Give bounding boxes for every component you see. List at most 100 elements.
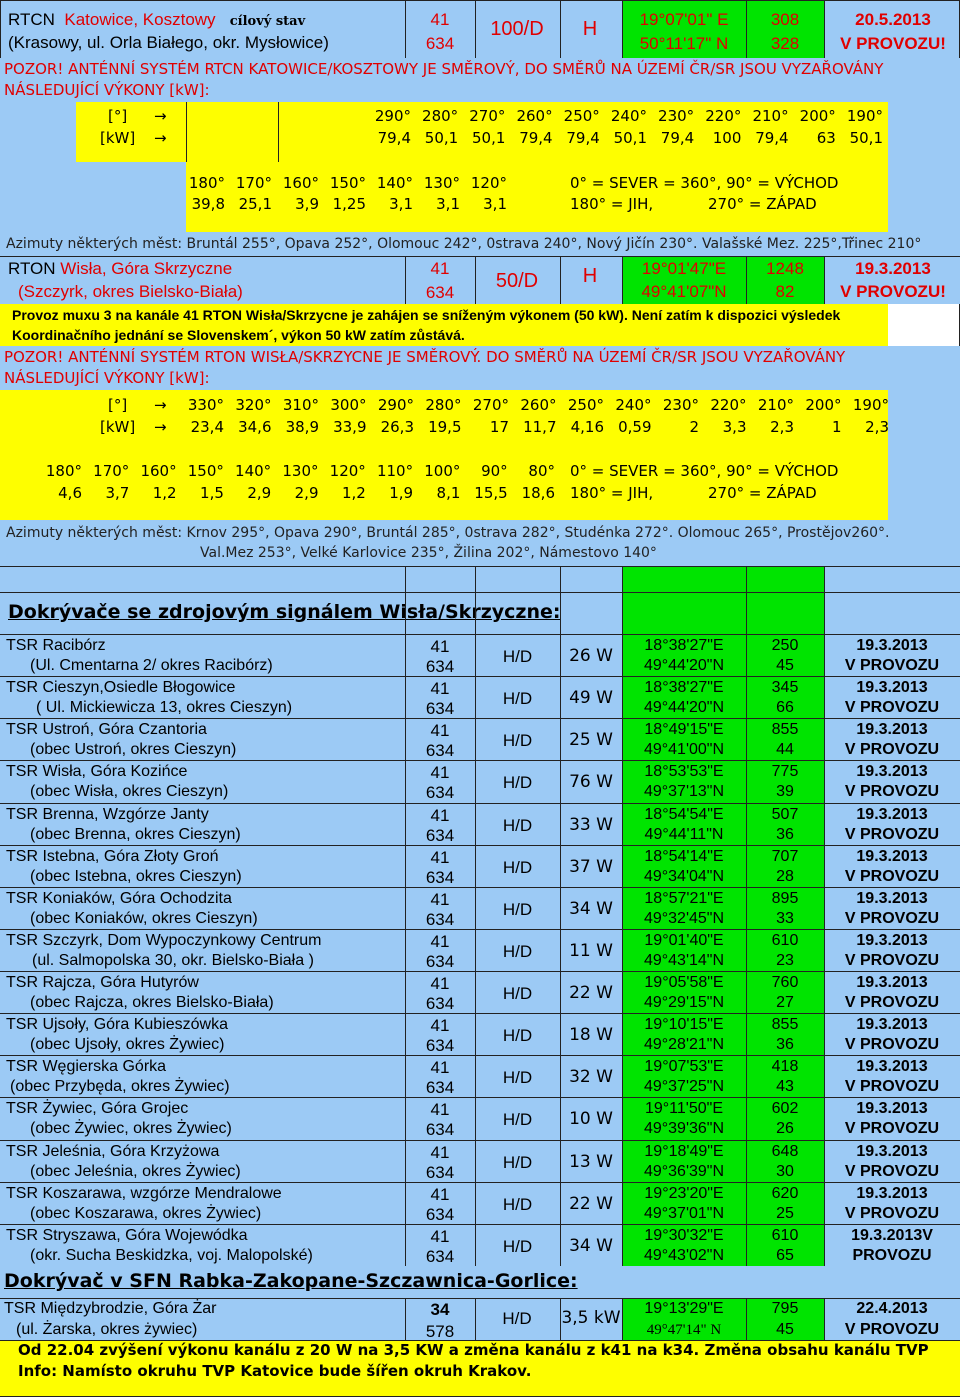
footer-line-1: Od 22.04 zvýšení výkonu kanálu z 20 W na… <box>18 1341 929 1359</box>
row-channel: 41 <box>430 848 450 867</box>
k1-degree-cell-2: 170° <box>235 174 272 192</box>
column-divider <box>746 887 747 929</box>
last-row-name: TSR Międzybrodzie, Góra Żar <box>4 1300 217 1317</box>
row-longitude: 19°23'20"E <box>644 1185 724 1202</box>
column-divider <box>475 1182 476 1224</box>
k2-legend-2b: 270° = ZÁPAD <box>708 484 817 502</box>
k2-power-cell: 23,4 <box>190 418 224 436</box>
k1-degree-cell-2: 180° <box>188 174 225 192</box>
row-latitude: 49°37'01"N <box>643 1205 725 1222</box>
row-latitude: 49°44'20"N <box>643 699 725 716</box>
row-address: (okr. Sucha Beskidzka, voj. Malopolské) <box>30 1247 313 1264</box>
column-divider <box>475 1055 476 1097</box>
k1-degree-cell-2: 150° <box>329 174 366 192</box>
row-altitude-1: 855 <box>771 1016 799 1033</box>
row-altitude-1: 250 <box>771 637 799 654</box>
k2-degree-cell: 250° <box>567 396 604 414</box>
k1-legend-2a: 180° = JIH, <box>570 195 654 213</box>
row-frequency: 634 <box>425 1205 455 1224</box>
last-row-latitude: 49°47'14" N <box>646 1322 722 1338</box>
k2-power-cell-2: 2,9 <box>247 484 272 502</box>
k1-degree-cell: 210° <box>752 107 789 125</box>
column-divider <box>560 676 561 718</box>
row-name: TSR Szczyrk, Dom Wypoczynkowy Centrum <box>6 932 322 949</box>
rton-name: RTON Wisła, Góra Skrzyczne <box>8 259 233 278</box>
rton-date: 19.3.2013 <box>855 259 931 278</box>
row-altitude-2: 39 <box>776 783 794 800</box>
column-divider <box>475 971 476 1013</box>
row-longitude: 19°01'40"E <box>644 932 724 949</box>
row-power: 18 W <box>569 1025 613 1045</box>
row-longitude: 19°30'32"E <box>644 1227 724 1244</box>
row-address: (obec Rajcza, okres Bielsko-Biała) <box>30 994 274 1011</box>
rton-status: V PROVOZU! <box>840 282 946 301</box>
footer-line-2: Info: Namísto okruhu TVP Katovice bude š… <box>18 1362 532 1380</box>
row-longitude: 19°11'50"E <box>644 1100 723 1117</box>
column-divider <box>475 1097 476 1140</box>
k2-power-cell-2: 8,1 <box>436 484 461 502</box>
row-status: V PROVOZU <box>844 1078 940 1095</box>
row-frequency: 634 <box>425 1163 455 1182</box>
k2-degree-cell-2: 170° <box>93 462 130 480</box>
row-altitude-2: 43 <box>776 1078 794 1095</box>
row-longitude: 18°57'21"E <box>644 890 724 907</box>
column-divider <box>622 676 623 718</box>
row-polarization: H/D <box>502 1153 533 1172</box>
row-name: TSR Stryszawa, Góra Wojewódka <box>6 1227 248 1244</box>
azimuth-1-text: Azimuty některých měst: Bruntál 255°, Op… <box>6 236 922 252</box>
row-latitude: 49°43'02"N <box>643 1247 725 1264</box>
rton-frequency: 634 <box>425 283 455 302</box>
k2-legend-2a: 180° = JIH, <box>570 484 654 502</box>
row-altitude-1: 507 <box>771 806 799 823</box>
row-channel: 41 <box>430 974 450 993</box>
k1-degree-cell: 230° <box>658 107 695 125</box>
row-latitude: 49°29'15"N <box>643 994 725 1011</box>
k2-power-cell: 2 <box>689 418 699 436</box>
row-name: TSR Koniaków, Góra Ochodzita <box>6 890 232 907</box>
k2-power-cell: 33,9 <box>333 418 367 436</box>
row-altitude-1: 895 <box>771 890 799 907</box>
row-date: 19.3.2013 <box>856 848 928 865</box>
row-power: 32 W <box>569 1067 613 1087</box>
column-divider <box>475 1140 476 1182</box>
k2-degree-cell: 210° <box>757 396 794 414</box>
k2-power-cell-2: 1,2 <box>341 484 366 502</box>
k1-degree-cell: 190° <box>846 107 883 125</box>
row-divider <box>0 760 960 761</box>
k1-power-cell-2: 25,1 <box>238 195 272 213</box>
k2-power-cell: 34,6 <box>238 418 272 436</box>
row-date: 19.3.2013 <box>856 1100 928 1117</box>
k1-legend-1: 0° = SEVER = 360°, 90° = VÝCHOD <box>570 174 839 192</box>
column-divider <box>746 634 747 676</box>
rtcn-name: RTCN Katowice, Kosztowy cílový stav <box>8 10 306 29</box>
k2-power-cell: 3,3 <box>722 418 747 436</box>
rtcn-altitude-2: 328 <box>770 34 800 53</box>
row-address: (Ul. Cmentarna 2/ okres Racibórz) <box>30 657 273 674</box>
row-polarization: H/D <box>502 1237 533 1256</box>
row-channel: 41 <box>430 1100 450 1119</box>
row-date: 19.3.2013 <box>856 974 928 991</box>
column-divider <box>405 1140 406 1182</box>
row-name: TSR Ujsoły, Góra Kubieszówka <box>6 1016 228 1033</box>
rtcn-power: 100/D <box>490 18 544 40</box>
column-divider <box>560 1097 561 1140</box>
row-frequency: 634 <box>425 952 455 971</box>
column-divider <box>560 1224 561 1266</box>
column-divider <box>560 845 561 887</box>
column-divider <box>746 1097 747 1140</box>
k1-power-cell-2: 3,1 <box>436 195 460 213</box>
k2-power-cell-2: 1,5 <box>200 484 224 502</box>
last-row-channel: 34 <box>430 1300 450 1319</box>
rtcn-polarization: H <box>582 18 598 40</box>
row-divider <box>0 845 960 846</box>
row-channel: 41 <box>430 1227 450 1246</box>
row-altitude-1: 610 <box>771 1227 799 1244</box>
column-divider <box>560 1013 561 1055</box>
k2-arrow-1: → <box>154 396 167 414</box>
row-date: 19.3.2013 <box>856 763 928 780</box>
column-divider <box>824 1097 825 1140</box>
row-latitude: 49°39'36"N <box>643 1120 725 1137</box>
row-name: TSR Brenna, Wzgórze Janty <box>6 806 209 823</box>
k2-degree-cell-2: 140° <box>235 462 272 480</box>
last-row-polarization: H/D <box>502 1309 532 1328</box>
